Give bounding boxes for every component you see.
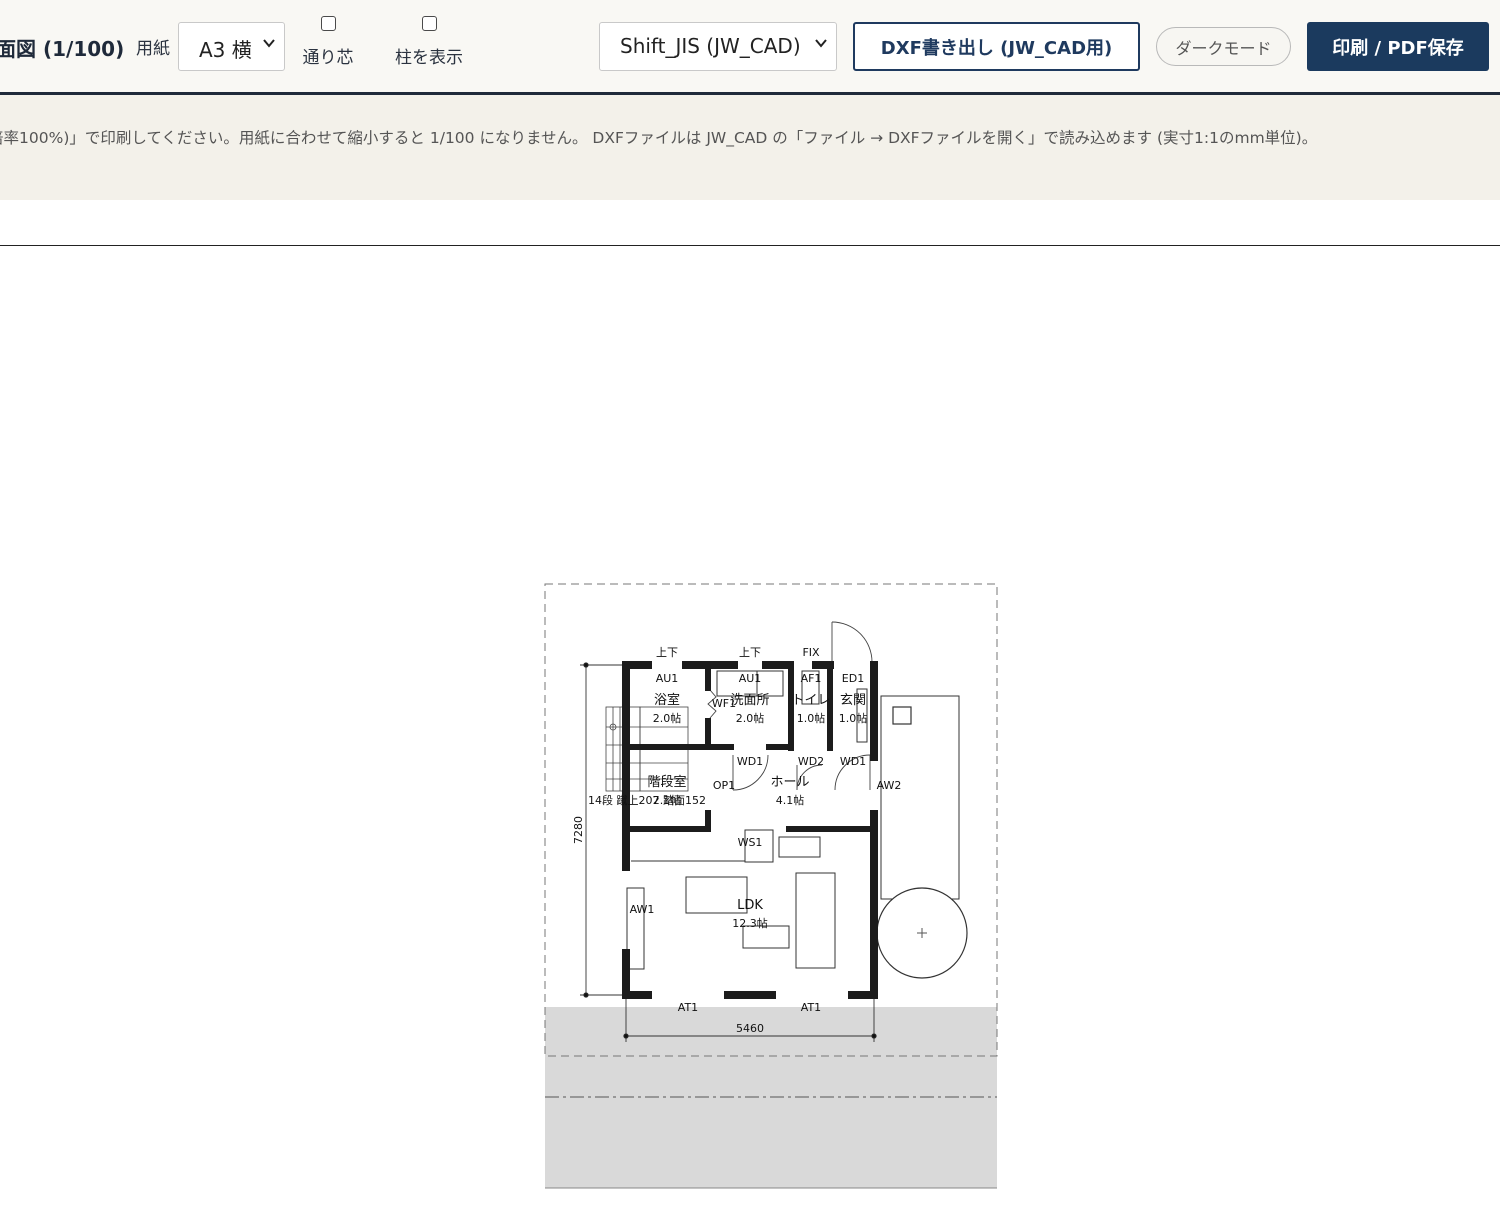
opening-label: WD1 <box>840 755 866 768</box>
meter-box <box>892 706 912 725</box>
stair-note: 14段 蹴上207 踏面152 <box>588 793 706 807</box>
opening-label: 上下 <box>739 646 761 659</box>
room-name: トイレ <box>791 693 830 708</box>
opening-label: AU1 <box>656 672 679 685</box>
dimension-height: 7280 <box>572 816 585 844</box>
opening-label: WD1 <box>737 755 763 768</box>
opening-label: AW1 <box>630 903 655 916</box>
opening-label: 上下 <box>656 646 678 659</box>
opening-label: WD2 <box>798 755 824 768</box>
room-area: 1.0帖 <box>839 712 868 725</box>
opening-label: FIX <box>802 646 820 659</box>
opening-label: ED1 <box>842 672 864 685</box>
opening-label: AT1 <box>801 1001 821 1014</box>
floor-plan: 浴室 2.0帖 洗面所 2.0帖 トイレ 1.0帖 玄関 1.0帖 階段室 2.… <box>544 583 998 1189</box>
opening-label: AT1 <box>678 1001 698 1014</box>
dimension-width: 5460 <box>736 1022 764 1035</box>
opening-label: WS1 <box>738 836 763 849</box>
parking-space <box>880 695 960 900</box>
room-area: 2.0帖 <box>736 712 765 725</box>
opening-label: AW2 <box>877 779 902 792</box>
opening-label: AF1 <box>801 672 822 685</box>
opening-label: OP1 <box>713 779 735 792</box>
room-area: 1.0帖 <box>797 712 826 725</box>
room-area: 2.0帖 <box>653 712 682 725</box>
opening-label: WF1 <box>712 697 736 710</box>
room-area: 12.3帖 <box>732 917 768 930</box>
room-name: ホール <box>770 775 809 790</box>
room-name: LDK <box>737 898 763 913</box>
room-name: 階段室 <box>647 774 686 790</box>
room-name: 洗面所 <box>730 693 769 708</box>
opening-label: AU1 <box>739 672 762 685</box>
room-name: 浴室 <box>654 692 680 708</box>
room-area: 4.1帖 <box>776 794 805 807</box>
room-name: 玄関 <box>840 693 866 708</box>
